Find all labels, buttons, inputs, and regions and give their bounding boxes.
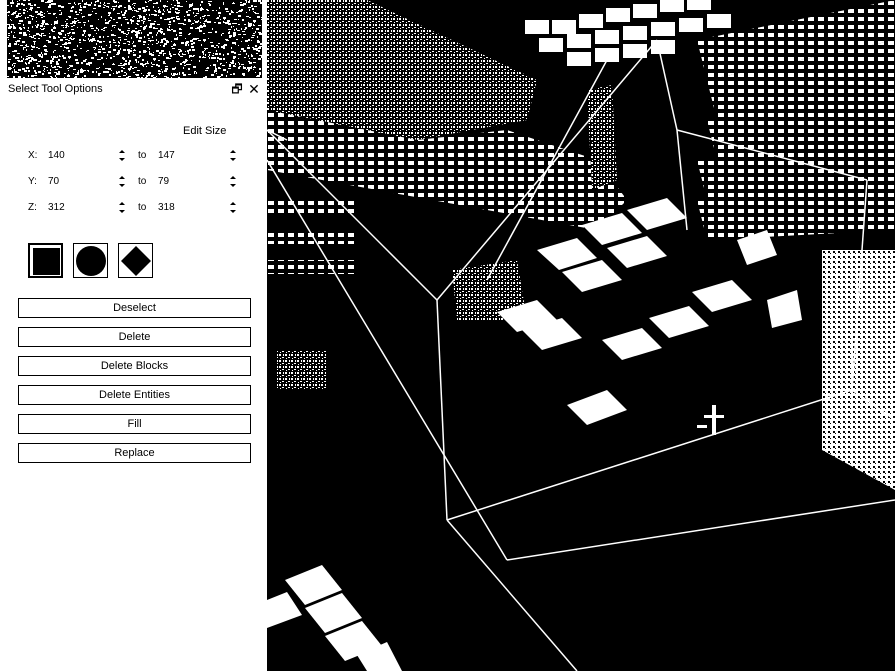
box-shape-icon [33, 248, 60, 275]
restore-icon[interactable]: 🗗 [231, 82, 243, 96]
z-min-field[interactable]: 312 [48, 202, 65, 213]
world-viewport[interactable] [267, 0, 895, 671]
wall-strip [587, 85, 617, 190]
x-min-field[interactable]: 140 [48, 150, 65, 161]
top-tiles [525, 0, 731, 66]
diamond-shape-icon [121, 246, 151, 276]
x-min-spinner[interactable] [118, 147, 126, 163]
delete-button[interactable]: Delete [18, 327, 251, 347]
coord-row-x: X: 140 to 147 [0, 146, 267, 166]
to-label: to [138, 176, 147, 187]
delete-blocks-button[interactable]: Delete Blocks [18, 356, 251, 376]
y-min-field[interactable]: 70 [48, 176, 59, 187]
coord-row-z: Z: 312 to 318 [0, 198, 267, 218]
z-max-spinner[interactable] [229, 199, 237, 215]
close-icon[interactable]: ✕ [248, 82, 260, 96]
y-max-field[interactable]: 79 [158, 176, 169, 187]
delete-entities-button[interactable]: Delete Entities [18, 385, 251, 405]
x-max-spinner[interactable] [229, 147, 237, 163]
minimap[interactable] [7, 0, 262, 78]
z-max-field[interactable]: 318 [158, 202, 175, 213]
entity-figure [697, 405, 724, 435]
sphere-shape-button[interactable] [73, 243, 108, 278]
world-render [267, 0, 895, 671]
select-tool-options-panel: Select Tool Options 🗗 ✕ Edit Size X: 140… [0, 0, 267, 671]
diamond-shape-button[interactable] [118, 243, 153, 278]
bottom-tiles [267, 565, 402, 671]
panel-titlebar: Select Tool Options 🗗 ✕ [0, 80, 267, 100]
to-label: to [138, 150, 147, 161]
deselect-button[interactable]: Deselect [18, 298, 251, 318]
axis-label: Y: [28, 176, 37, 187]
y-min-spinner[interactable] [118, 173, 126, 189]
panel-title: Select Tool Options [8, 83, 103, 95]
edit-size-label: Edit Size [183, 125, 227, 137]
minimap-image [7, 0, 262, 78]
right-wall [822, 250, 895, 490]
sphere-shape-icon [76, 246, 106, 276]
axis-label: X: [28, 150, 38, 161]
x-max-field[interactable]: 147 [158, 150, 175, 161]
box-shape-button[interactable] [28, 243, 63, 278]
fill-button[interactable]: Fill [18, 414, 251, 434]
coord-row-y: Y: 70 to 79 [0, 172, 267, 192]
axis-label: Z: [28, 202, 37, 213]
y-max-spinner[interactable] [229, 173, 237, 189]
to-label: to [138, 202, 147, 213]
replace-button[interactable]: Replace [18, 443, 251, 463]
z-min-spinner[interactable] [118, 199, 126, 215]
